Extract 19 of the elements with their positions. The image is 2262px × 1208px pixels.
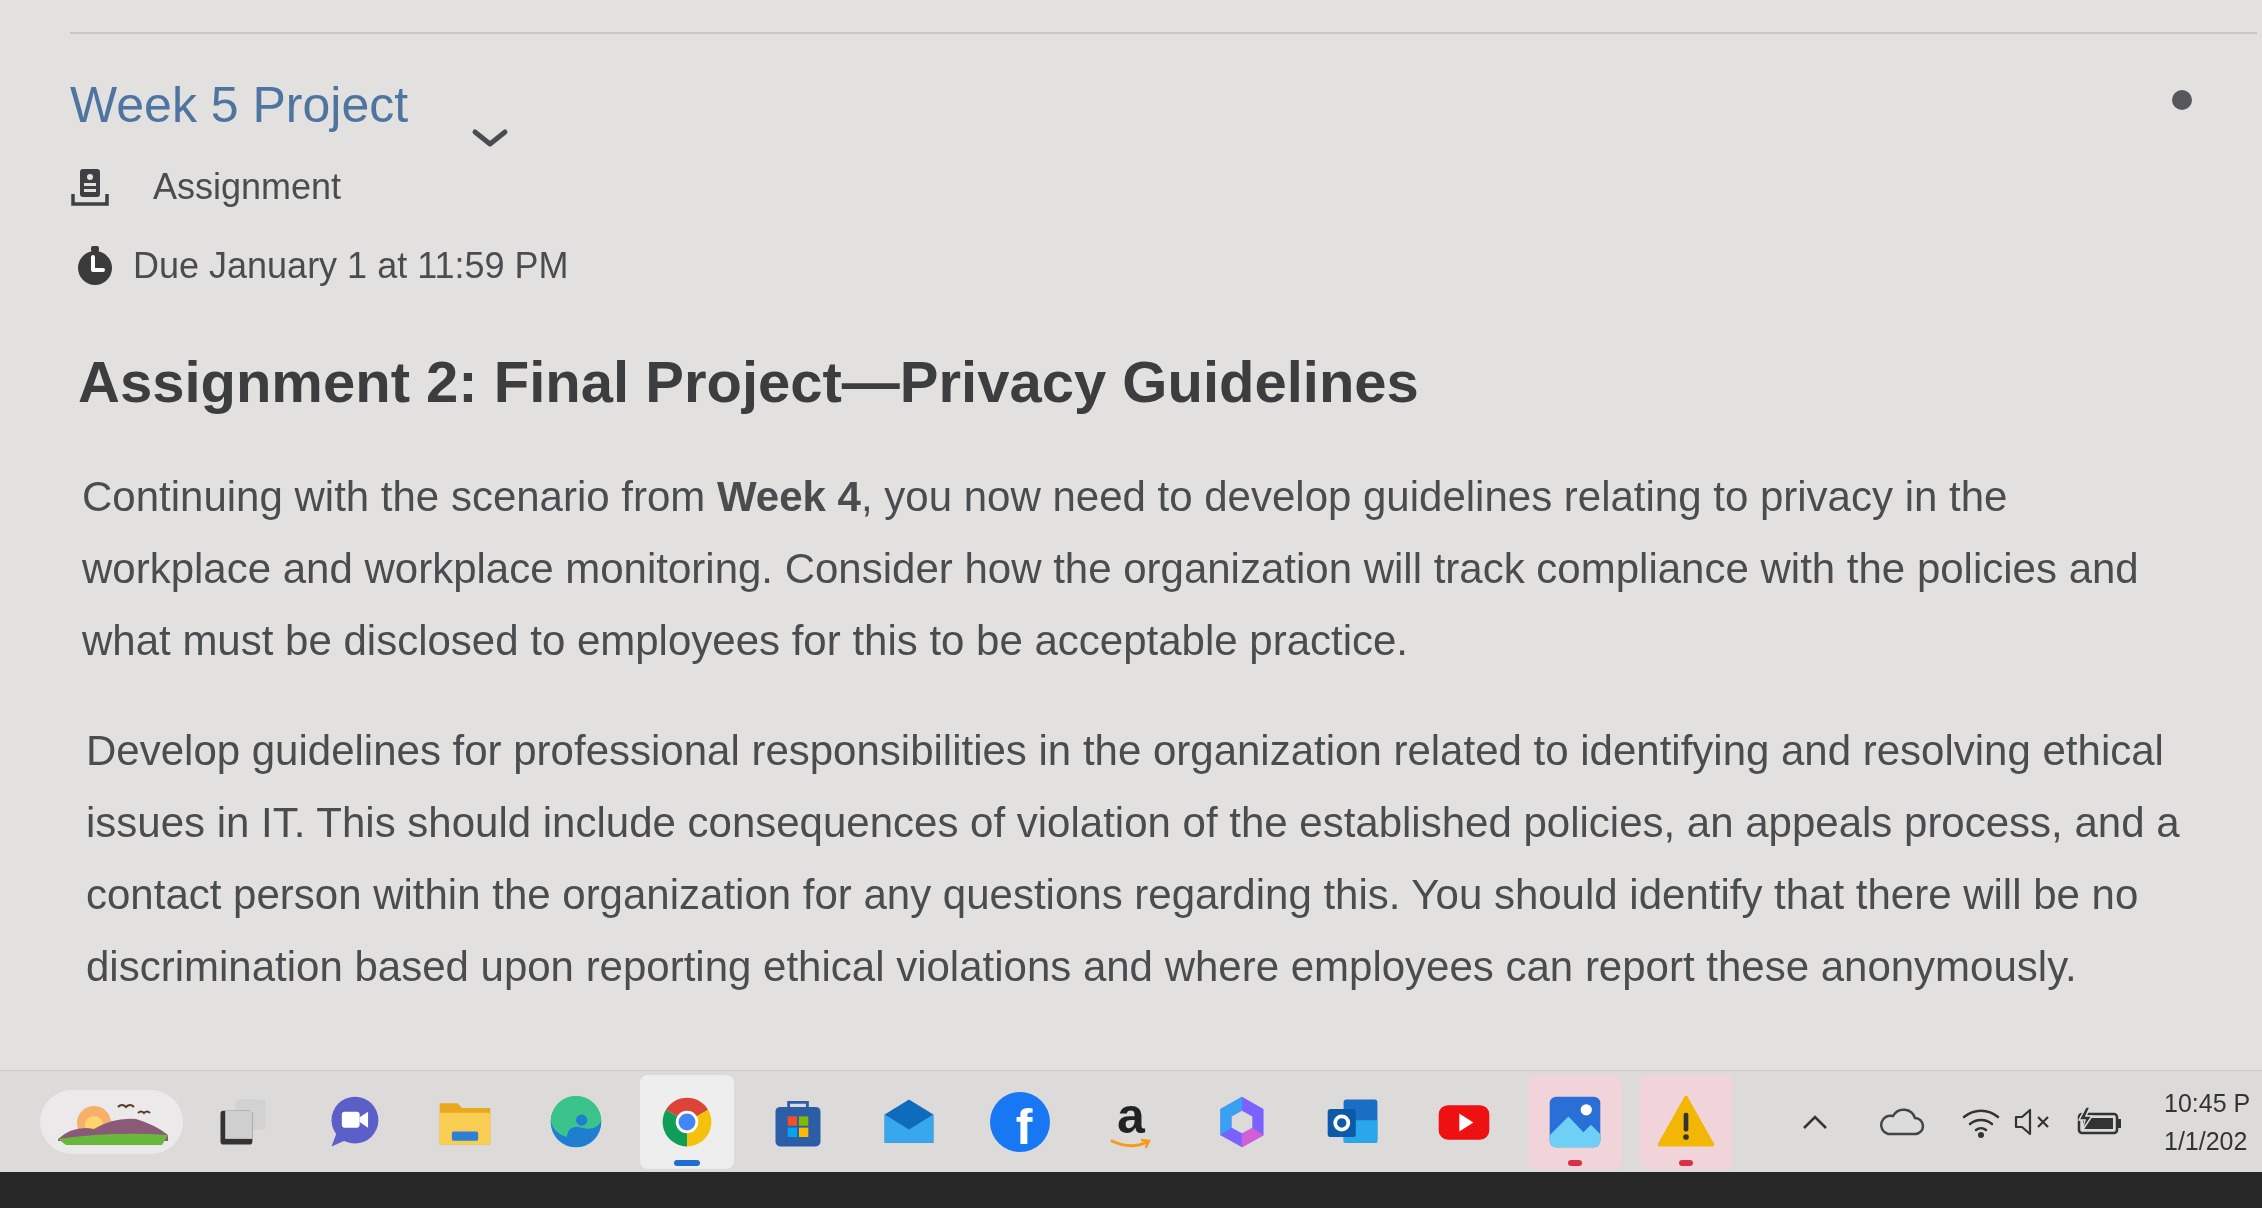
smile-arrow-icon — [1109, 1137, 1153, 1150]
clock-date[interactable]: 1/1/202 — [2164, 1121, 2251, 1160]
item-type-label: Assignment — [153, 167, 342, 207]
clock-time[interactable]: 10:45 P — [2164, 1083, 2251, 1122]
item-title-link[interactable]: Week 5 Project — [70, 80, 409, 130]
taskbar-button[interactable]: f — [973, 1074, 1067, 1169]
letter-logo: a — [1117, 1093, 1145, 1138]
indicator-bar-icon — [1679, 1159, 1693, 1166]
indicator-bar-icon — [674, 1159, 700, 1166]
clock-icon — [75, 246, 115, 286]
assignment-heading: Assignment 2: Final Project—Privacy Guidelines — [78, 349, 1419, 415]
circle-letter-logo: f — [990, 1091, 1050, 1152]
body-paragraph: Continuing with the scenario from Week 4, you now need to develop guidelines relating to privacy in the workplace and workplace monitoring. Consider how the organization will track compliance with the policies and what must be disclosed to employees for this to be acceptable practice. — [82, 472, 2140, 666]
body-paragraph: Develop guidelines for professional responsibilities in the organization related to identifying and resolving ethical issues in IT. This should include consequences of violation of the established policies, an appeals process, and a contact person within the organization for any questions regarding this. You should identify that there will be no discrimination based upon reporting ethical violations and where employees can report these anonymously. — [86, 726, 2181, 992]
due-date-text: Due January 1 at 11:59 PM — [133, 246, 569, 286]
indicator-bar-icon — [1568, 1159, 1582, 1166]
taskbar-button[interactable]: a — [1084, 1074, 1178, 1169]
document-tray-icon — [70, 167, 110, 207]
cloud-icon[interactable] — [1877, 1105, 1925, 1138]
